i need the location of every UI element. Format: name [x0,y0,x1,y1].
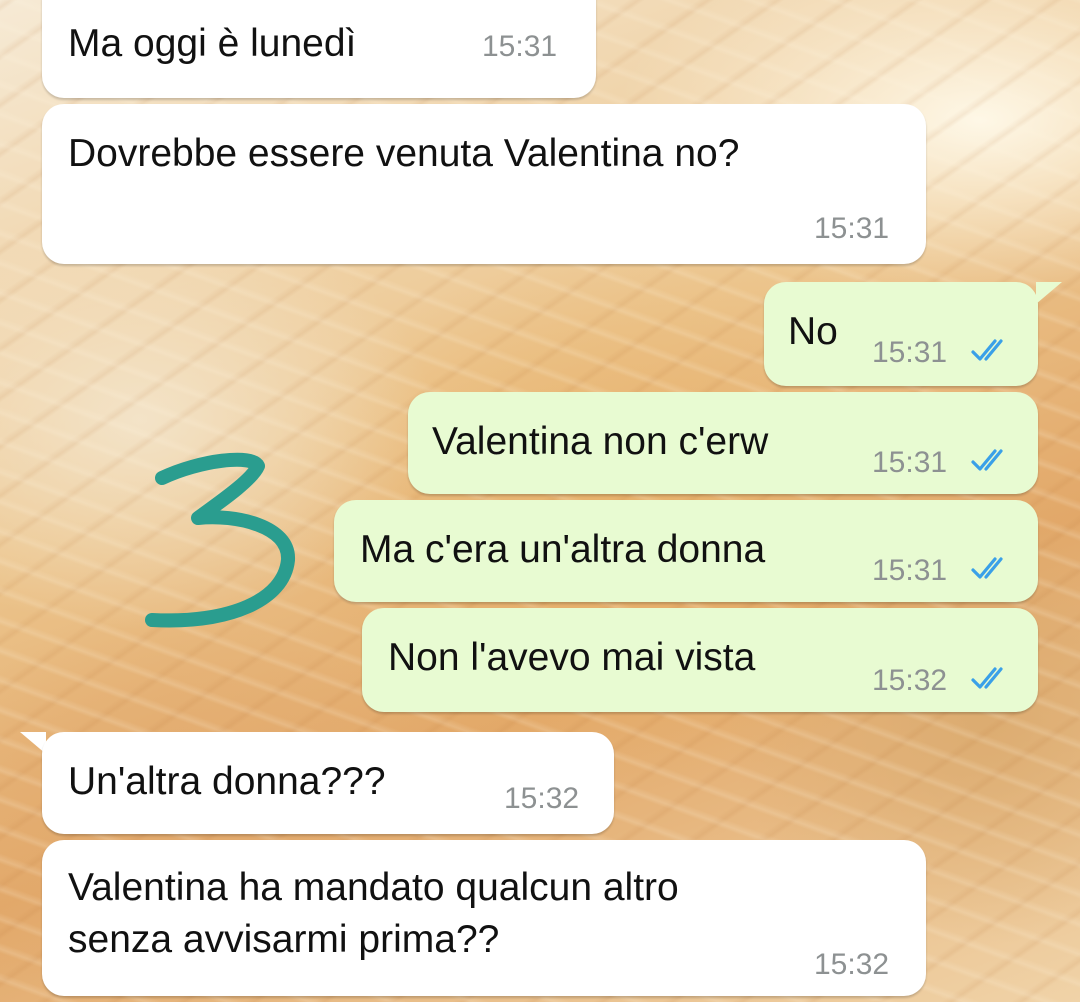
message-time: 15:32 [872,664,948,697]
incoming-message[interactable]: Dovrebbe essere venuta Valentina no? 15:… [42,104,926,264]
message-text: Dovrebbe essere venuta Valentina no? [68,132,740,175]
read-double-check-icon [971,339,1003,361]
read-double-check-icon [971,667,1003,689]
outgoing-message[interactable]: Non l'avevo mai vista 15:32 [362,608,1038,712]
message-text: Un'altra donna??? [68,760,386,803]
outgoing-message[interactable]: No 15:31 [764,282,1038,386]
message-time: 15:31 [872,554,948,587]
incoming-message[interactable]: Un'altra donna??? 15:32 [42,732,614,834]
handwritten-number-annotation [145,452,295,628]
incoming-message[interactable]: Valentina ha mandato qualcun altro senza… [42,840,926,996]
outgoing-message[interactable]: Ma c'era un'altra donna 15:31 [334,500,1038,602]
message-text: No [788,310,838,353]
message-text: Non l'avevo mai vista [388,636,756,679]
message-time: 15:31 [814,212,890,245]
message-time: 15:32 [814,948,890,981]
message-time: 15:31 [872,446,948,479]
message-time: 15:31 [482,30,558,63]
message-time: 15:32 [504,782,580,815]
incoming-message[interactable]: Ma oggi è lunedì 15:31 [42,0,596,98]
outgoing-message[interactable]: Valentina non c'erw 15:31 [408,392,1038,494]
message-text: Valentina non c'erw [432,420,769,463]
message-time: 15:31 [872,336,948,369]
message-text: Valentina ha mandato qualcun altro senza… [68,866,679,961]
bubble-tail [1036,282,1062,304]
message-text: Ma c'era un'altra donna [360,528,766,571]
read-double-check-icon [971,557,1003,579]
message-text: Ma oggi è lunedì [68,22,357,65]
read-double-check-icon [971,449,1003,471]
